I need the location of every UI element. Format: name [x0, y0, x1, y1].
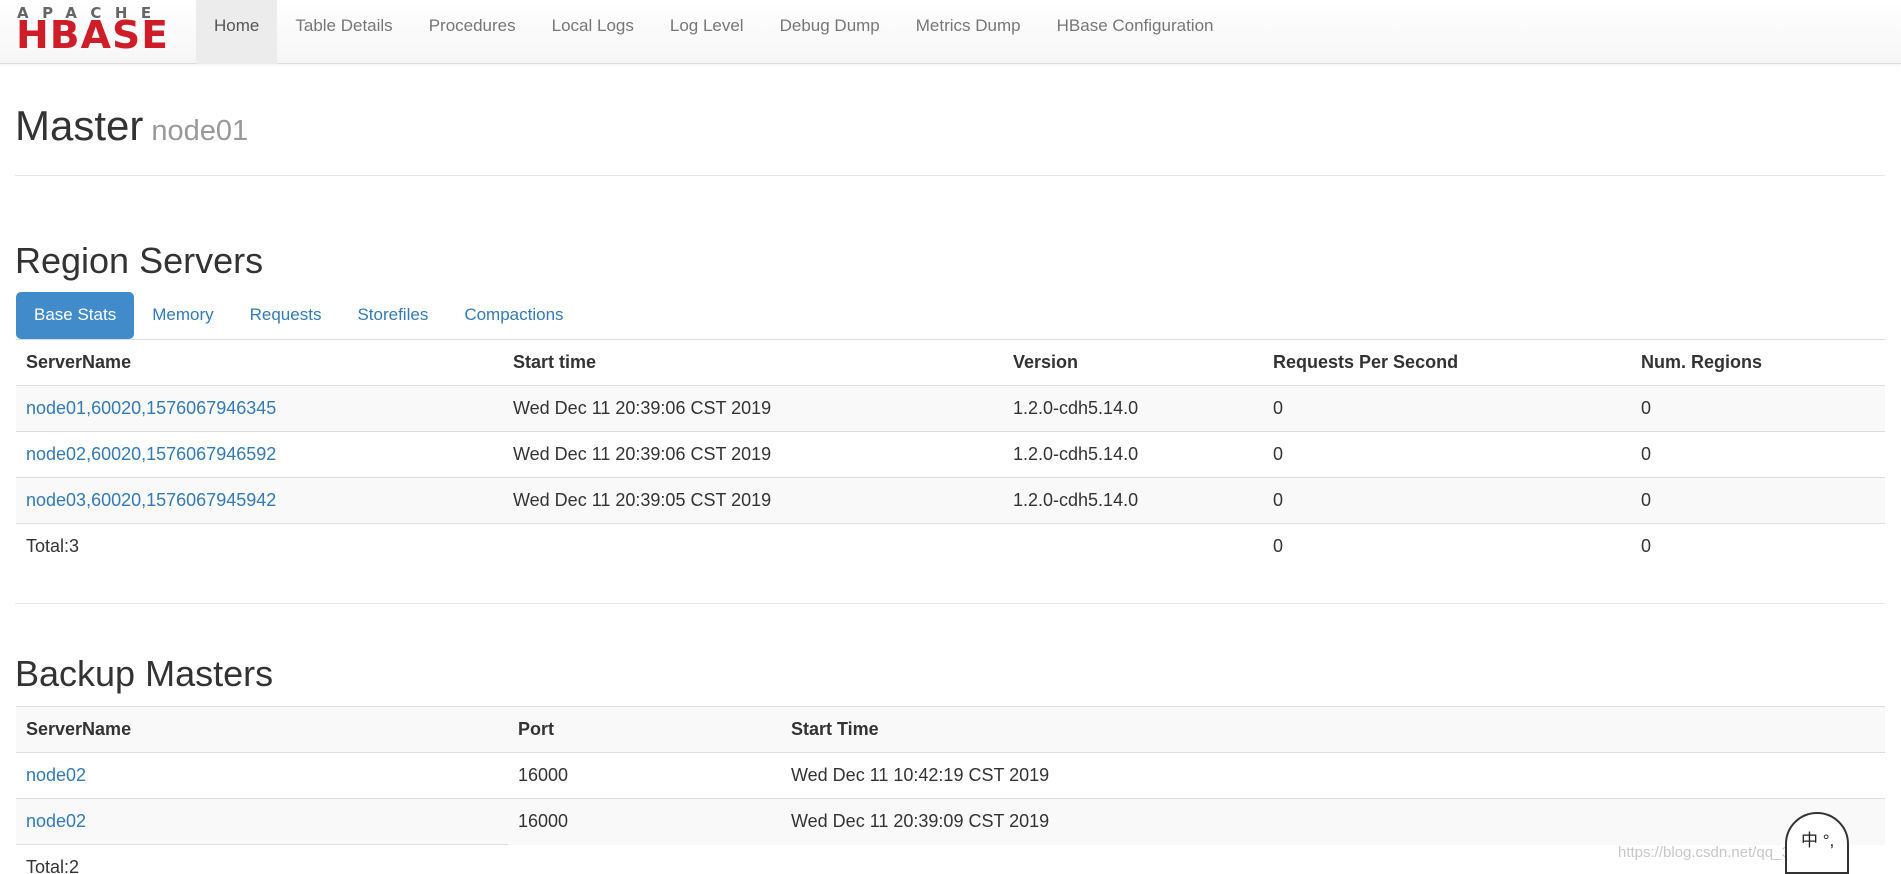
nav-metrics-dump[interactable]: Metrics Dump — [898, 0, 1039, 64]
ime-indicator-icon[interactable]: 中 °, — [1785, 812, 1849, 874]
backup-masters-table: ServerName Port Start Time node02 16000 … — [16, 706, 1885, 874]
master-host: node01 — [151, 115, 249, 147]
regions-cell: 0 — [1631, 431, 1885, 478]
server-link[interactable]: node01,60020,1576067946345 — [26, 398, 276, 418]
column-header: ServerName — [16, 339, 503, 386]
region-servers-tabs: Base Stats Memory Requests Storefiles Co… — [16, 292, 582, 339]
total-rps: 0 — [1263, 523, 1631, 570]
port-cell: 16000 — [508, 752, 781, 799]
column-header: ServerName — [16, 706, 508, 753]
region-servers-heading: Region Servers — [15, 240, 264, 281]
table-row: node02 16000 Wed Dec 11 20:39:09 CST 201… — [16, 798, 1885, 845]
start-time-cell: Wed Dec 11 20:39:06 CST 2019 — [503, 431, 1003, 478]
main-nav: Home Table Details Procedures Local Logs… — [196, 0, 1232, 64]
total-regions: 0 — [1631, 523, 1885, 570]
table-row: node02,60020,1576067946592 Wed Dec 11 20… — [16, 431, 1885, 478]
column-header: Version — [1003, 339, 1263, 386]
tab-compactions[interactable]: Compactions — [446, 292, 581, 339]
server-link[interactable]: node02 — [26, 765, 86, 785]
total-label: Total:3 — [16, 523, 503, 570]
rps-cell: 0 — [1263, 385, 1631, 432]
logo-hbase-text: HBASE — [16, 13, 169, 57]
tab-memory[interactable]: Memory — [134, 292, 231, 339]
ime-label: 中 °, — [1801, 831, 1835, 850]
nav-log-level[interactable]: Log Level — [652, 0, 762, 64]
region-servers-table: ServerName Start time Version Requests P… — [16, 339, 1885, 570]
nav-table-details[interactable]: Table Details — [277, 0, 410, 64]
table-total-row: Total:3 0 0 — [16, 523, 1885, 570]
start-time-cell: Wed Dec 11 20:39:09 CST 2019 — [781, 798, 1885, 845]
start-time-cell: Wed Dec 11 20:39:05 CST 2019 — [503, 477, 1003, 524]
tab-base-stats[interactable]: Base Stats — [16, 292, 135, 339]
top-navbar: APACHE HBASE Home Table Details Procedur… — [0, 0, 1901, 64]
server-link[interactable]: node03,60020,1576067945942 — [26, 490, 276, 510]
regions-cell: 0 — [1631, 385, 1885, 432]
server-link[interactable]: node02 — [26, 811, 86, 831]
server-link[interactable]: node02,60020,1576067946592 — [26, 444, 276, 464]
version-cell: 1.2.0-cdh5.14.0 — [1003, 477, 1263, 524]
regions-cell: 0 — [1631, 477, 1885, 524]
page-title: Master node01 — [15, 101, 248, 156]
page-title-text: Master — [15, 102, 144, 149]
rps-cell: 0 — [1263, 477, 1631, 524]
start-time-cell: Wed Dec 11 10:42:19 CST 2019 — [781, 752, 1885, 799]
nav-debug-dump[interactable]: Debug Dump — [762, 0, 898, 64]
nav-procedures[interactable]: Procedures — [411, 0, 534, 64]
version-cell: 1.2.0-cdh5.14.0 — [1003, 431, 1263, 478]
tab-requests[interactable]: Requests — [232, 292, 340, 339]
hbase-logo[interactable]: APACHE HBASE — [16, 6, 180, 57]
port-cell: 16000 — [508, 798, 781, 845]
column-header: Num. Regions — [1631, 339, 1885, 386]
total-label: Total:2 — [16, 844, 508, 874]
column-header: Port — [508, 706, 781, 753]
divider — [15, 175, 1885, 176]
table-row: node01,60020,1576067946345 Wed Dec 11 20… — [16, 385, 1885, 432]
column-header: Start time — [503, 339, 1003, 386]
table-total-row: Total:2 — [16, 844, 1885, 874]
nav-hbase-configuration[interactable]: HBase Configuration — [1039, 0, 1232, 64]
nav-local-logs[interactable]: Local Logs — [534, 0, 652, 64]
rps-cell: 0 — [1263, 431, 1631, 478]
start-time-cell: Wed Dec 11 20:39:06 CST 2019 — [503, 385, 1003, 432]
column-header: Requests Per Second — [1263, 339, 1631, 386]
nav-home[interactable]: Home — [196, 0, 278, 64]
column-header: Start Time — [781, 706, 1885, 753]
tab-storefiles[interactable]: Storefiles — [339, 292, 446, 339]
table-row: node02 16000 Wed Dec 11 10:42:19 CST 201… — [16, 752, 1885, 799]
table-header-row: ServerName Port Start Time — [16, 706, 1885, 753]
divider — [15, 603, 1885, 604]
backup-masters-heading: Backup Masters — [15, 653, 274, 694]
table-row: node03,60020,1576067945942 Wed Dec 11 20… — [16, 477, 1885, 524]
table-header-row: ServerName Start time Version Requests P… — [16, 339, 1885, 386]
version-cell: 1.2.0-cdh5.14.0 — [1003, 385, 1263, 432]
